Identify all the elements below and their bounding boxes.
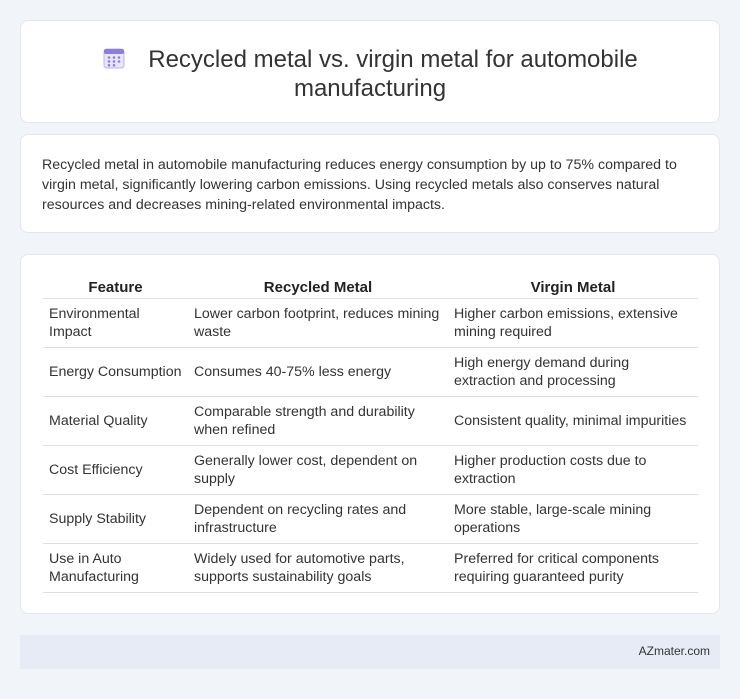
page-title: Recycled metal vs. virgin metal for auto… [21, 45, 719, 103]
feature-cell: Environmental Impact [43, 299, 188, 348]
feature-cell: Material Quality [43, 397, 188, 446]
table-row: Environmental Impact Lower carbon footpr… [43, 299, 698, 348]
virgin-cell: High energy demand during extraction and… [448, 348, 698, 397]
feature-cell: Supply Stability [43, 495, 188, 544]
comparison-table: Feature Recycled Metal Virgin Metal Envi… [43, 277, 698, 593]
virgin-cell: Preferred for critical components requir… [448, 544, 698, 593]
recycled-cell: Lower carbon footprint, reduces mining w… [188, 299, 448, 348]
calendar-grid-icon [103, 48, 125, 69]
table-row: Cost Efficiency Generally lower cost, de… [43, 446, 698, 495]
table-row: Energy Consumption Consumes 40-75% less … [43, 348, 698, 397]
recycled-cell: Dependent on recycling rates and infrast… [188, 495, 448, 544]
title-card: Recycled metal vs. virgin metal for auto… [20, 20, 720, 123]
recycled-cell: Consumes 40-75% less energy [188, 348, 448, 397]
footer-bar: AZmater.com [20, 635, 720, 669]
recycled-cell: Generally lower cost, dependent on suppl… [188, 446, 448, 495]
intro-card: Recycled metal in automobile manufacturi… [20, 134, 720, 233]
recycled-cell: Comparable strength and durability when … [188, 397, 448, 446]
header-feature: Feature [43, 277, 188, 299]
feature-cell: Cost Efficiency [43, 446, 188, 495]
feature-cell: Energy Consumption [43, 348, 188, 397]
intro-paragraph: Recycled metal in automobile manufacturi… [42, 157, 677, 213]
header-virgin-metal: Virgin Metal [448, 277, 698, 299]
header-recycled-metal: Recycled Metal [188, 277, 448, 299]
comparison-card: Feature Recycled Metal Virgin Metal Envi… [20, 254, 720, 614]
virgin-cell: Higher production costs due to extractio… [448, 446, 698, 495]
virgin-cell: More stable, large-scale mining operatio… [448, 495, 698, 544]
footer-site-link[interactable]: AZmater.com [639, 644, 710, 658]
virgin-cell: Higher carbon emissions, extensive minin… [448, 299, 698, 348]
feature-cell: Use in Auto Manufacturing [43, 544, 188, 593]
page-title-text: Recycled metal vs. virgin metal for auto… [148, 46, 638, 102]
table-header-row: Feature Recycled Metal Virgin Metal [43, 277, 698, 299]
table-row: Supply Stability Dependent on recycling … [43, 495, 698, 544]
virgin-cell: Consistent quality, minimal impurities [448, 397, 698, 446]
table-row: Material Quality Comparable strength and… [43, 397, 698, 446]
recycled-cell: Widely used for automotive parts, suppor… [188, 544, 448, 593]
table-row: Use in Auto Manufacturing Widely used fo… [43, 544, 698, 593]
